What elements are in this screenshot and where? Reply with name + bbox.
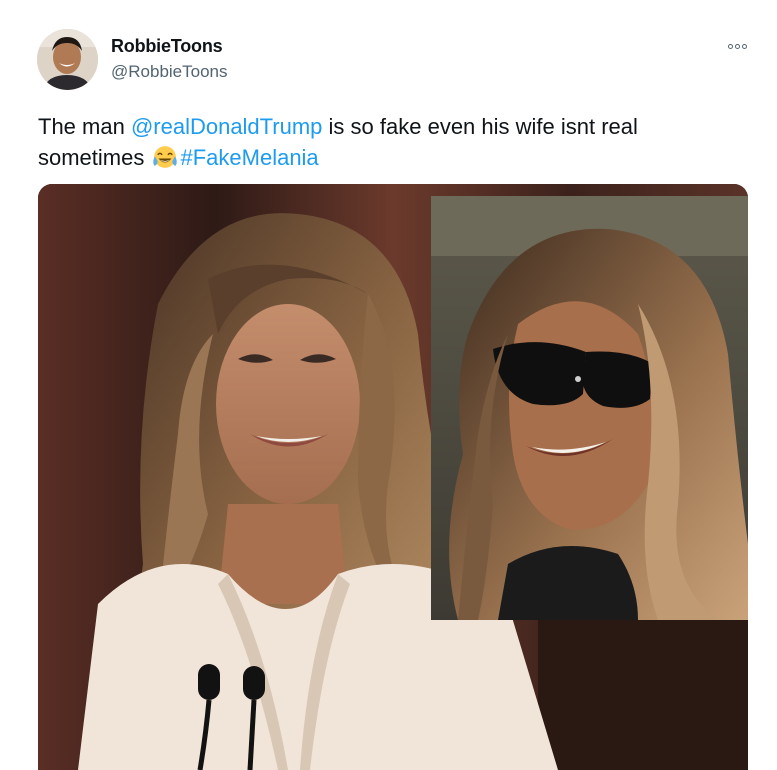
tweet-text-part: The man: [38, 114, 131, 139]
tweet-media[interactable]: [38, 184, 748, 770]
photo-woman-sunglasses: [431, 196, 748, 621]
avatar[interactable]: [37, 29, 98, 90]
tweet-text: The man @realDonaldTrump is so fake even…: [38, 111, 748, 173]
hashtag-link[interactable]: #FakeMelania: [180, 145, 318, 170]
display-name[interactable]: RobbieToons: [111, 36, 223, 57]
more-horizontal-icon: [727, 43, 733, 49]
tweet: RobbieToons @RobbieToons The man @realDo…: [0, 0, 777, 770]
more-button[interactable]: [722, 36, 752, 56]
avatar-photo: [37, 29, 98, 90]
face-with-tears-of-joy-icon: [153, 146, 178, 168]
more-dot: [741, 43, 747, 49]
mention-link[interactable]: @realDonaldTrump: [131, 114, 322, 139]
user-handle[interactable]: @RobbieToons: [111, 62, 228, 82]
more-dot: [734, 43, 740, 49]
tweet-photo-collage: [38, 184, 748, 770]
